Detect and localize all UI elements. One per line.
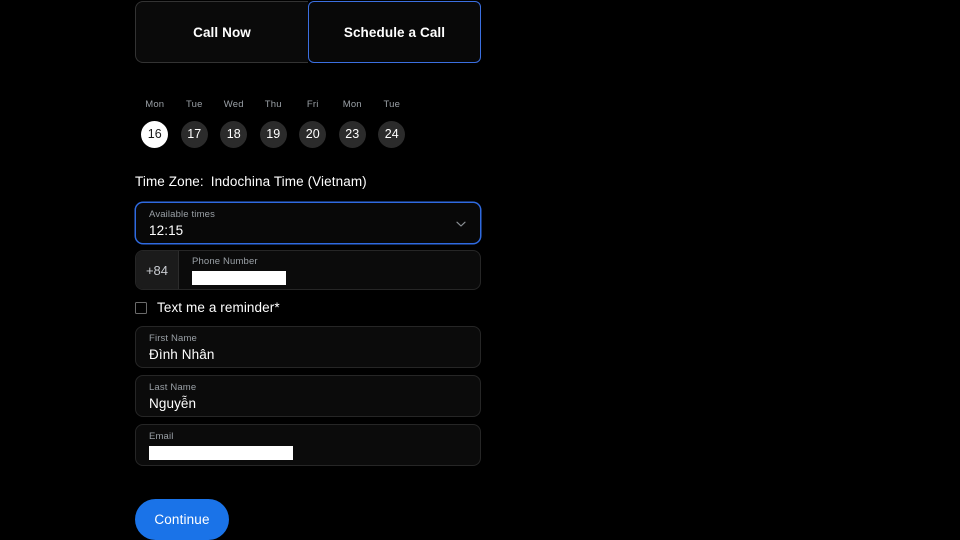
last-name-value: Nguyễn (149, 396, 197, 411)
first-name-label: First Name (149, 333, 197, 344)
tab-schedule-a-call-label: Schedule a Call (343, 24, 446, 40)
available-times-value: 12:15 (149, 223, 184, 238)
date-option-18[interactable]: Wed 18 (214, 99, 254, 148)
phone-number-group: +84 Phone Number (135, 250, 481, 290)
scheduling-form-page: Call Now Schedule a Call Mon 16 Tue 17 W… (0, 0, 960, 540)
tab-call-now-label: Call Now (193, 24, 251, 40)
date-option-18-num: 18 (220, 121, 248, 148)
date-option-18-dow: Wed (223, 99, 244, 110)
first-name-input[interactable]: First Name Đình Nhân (135, 326, 481, 368)
date-option-19[interactable]: Thu 19 (254, 99, 294, 148)
timezone-value: Indochina Time (Vietnam) (210, 174, 367, 189)
date-option-17[interactable]: Tue 17 (175, 99, 215, 148)
date-option-16-dow: Mon (145, 99, 165, 110)
timezone-row: Time Zone: Indochina Time (Vietnam) (135, 174, 367, 189)
last-name-input[interactable]: Last Name Nguyễn (135, 375, 481, 417)
date-strip: Mon 16 Tue 17 Wed 18 Thu 19 Fri 20 Mon 2… (135, 99, 412, 148)
date-option-24[interactable]: Tue 24 (372, 99, 412, 148)
date-option-19-num: 19 (259, 121, 287, 148)
continue-button[interactable]: Continue (135, 499, 229, 540)
phone-number-redaction (192, 271, 286, 285)
country-code-select[interactable]: +84 (136, 251, 179, 289)
date-option-16[interactable]: Mon 16 (135, 99, 175, 148)
email-input[interactable]: Email (135, 424, 481, 466)
date-option-20-num: 20 (299, 121, 327, 148)
email-redaction (149, 446, 293, 460)
date-option-23[interactable]: Mon 23 (333, 99, 373, 148)
text-reminder-label: Text me a reminder* (157, 300, 280, 315)
last-name-label: Last Name (149, 382, 197, 393)
first-name-value: Đình Nhân (149, 347, 215, 362)
call-mode-tabs: Call Now Schedule a Call (135, 1, 481, 63)
date-option-20-dow: Fri (306, 99, 319, 110)
date-option-20[interactable]: Fri 20 (293, 99, 333, 148)
email-label: Email (149, 431, 174, 442)
text-reminder-checkbox[interactable] (135, 301, 147, 314)
timezone-label: Time Zone: (135, 174, 204, 189)
date-option-17-dow: Tue (185, 99, 203, 110)
date-option-24-num: 24 (378, 121, 406, 148)
date-option-23-dow: Mon (342, 99, 362, 110)
text-reminder-checkbox-row[interactable]: Text me a reminder* (135, 300, 280, 315)
available-times-label: Available times (149, 209, 215, 220)
tab-schedule-a-call[interactable]: Schedule a Call (308, 1, 481, 63)
date-option-16-num: 16 (141, 121, 169, 148)
continue-button-label: Continue (154, 512, 210, 527)
available-times-select[interactable]: Available times 12:15 (135, 202, 481, 244)
date-option-23-num: 23 (338, 121, 366, 148)
country-code-value: +84 (145, 262, 169, 278)
chevron-down-icon[interactable] (454, 217, 468, 231)
date-option-17-num: 17 (180, 121, 208, 148)
tab-call-now[interactable]: Call Now (135, 1, 308, 63)
phone-number-input[interactable]: Phone Number (179, 251, 480, 289)
phone-number-label: Phone Number (192, 256, 258, 267)
date-option-24-dow: Tue (383, 99, 401, 110)
date-option-19-dow: Thu (264, 99, 282, 110)
